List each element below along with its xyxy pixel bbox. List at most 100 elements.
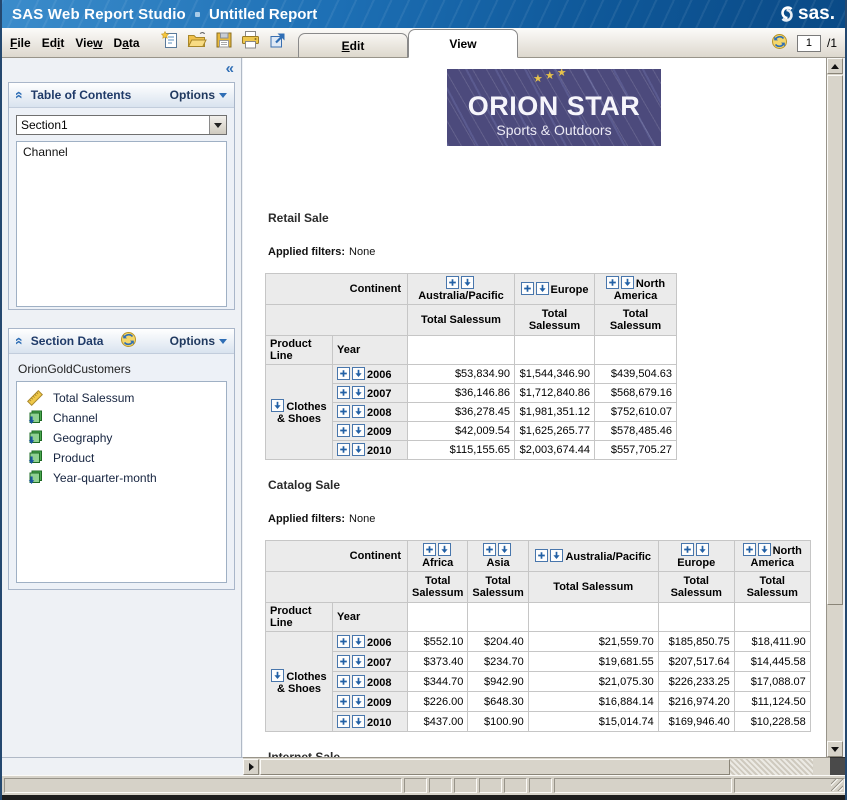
drill-icon[interactable] xyxy=(352,695,365,708)
data-item[interactable]: Channel xyxy=(17,408,226,428)
expand-icon[interactable] xyxy=(535,549,548,562)
value-cell: $11,124.50 xyxy=(734,692,810,712)
blank-cell xyxy=(595,336,677,365)
drill-icon[interactable] xyxy=(352,386,365,399)
save-button[interactable] xyxy=(213,32,235,54)
scroll-down-button[interactable] xyxy=(827,741,843,757)
year-cell: 2010 xyxy=(333,712,408,732)
expand-icon[interactable] xyxy=(483,543,496,556)
expand-icon[interactable] xyxy=(337,655,350,668)
expand-icon[interactable] xyxy=(337,386,350,399)
window-frame-bottom xyxy=(2,795,845,800)
value-cell: $53,834.90 xyxy=(408,365,515,384)
column-header: Africa xyxy=(408,541,468,572)
drill-icon[interactable] xyxy=(271,399,284,412)
measure-header: Total Salessum xyxy=(408,305,515,336)
expand-icon[interactable] xyxy=(337,443,350,456)
blank-cell xyxy=(408,336,515,365)
data-item[interactable]: Product xyxy=(17,448,226,468)
drill-icon[interactable] xyxy=(352,443,365,456)
drill-icon[interactable] xyxy=(352,655,365,668)
expand-icon[interactable] xyxy=(337,635,350,648)
tab-edit[interactable]: Edit xyxy=(298,33,408,58)
horizontal-scroll-track[interactable] xyxy=(730,759,813,775)
expand-icon[interactable] xyxy=(423,543,436,556)
menu-file[interactable]: File xyxy=(10,36,31,50)
menu-data[interactable]: Data xyxy=(114,36,140,50)
data-source-label: OrionGoldCustomers xyxy=(9,354,234,381)
expand-icon[interactable] xyxy=(337,367,350,380)
year-cell: 2006 xyxy=(333,365,408,384)
toc-options-button[interactable]: Options xyxy=(170,88,227,102)
menu-edit[interactable]: Edit xyxy=(42,36,65,50)
data-item[interactable]: Geography xyxy=(17,428,226,448)
vertical-scroll-thumb[interactable] xyxy=(827,75,843,605)
drill-icon[interactable] xyxy=(461,276,474,289)
menu-view[interactable]: View xyxy=(75,36,102,50)
expand-icon[interactable] xyxy=(606,276,619,289)
expand-icon[interactable] xyxy=(446,276,459,289)
value-cell: $557,705.27 xyxy=(595,441,677,460)
drill-icon[interactable] xyxy=(550,549,563,562)
page-number-input[interactable] xyxy=(797,35,821,52)
drill-icon[interactable] xyxy=(352,675,365,688)
status-bar xyxy=(2,775,847,795)
collapse-panel-icon[interactable]: « xyxy=(12,337,28,345)
data-item[interactable]: Year-quarter-month xyxy=(17,468,226,488)
combo-dropdown-button[interactable] xyxy=(209,116,226,134)
horizontal-scroll-thumb[interactable] xyxy=(260,759,730,775)
app-window: SAS Web Report Studio Untitled Report sa… xyxy=(0,0,847,800)
drill-icon[interactable] xyxy=(536,282,549,295)
print-icon xyxy=(240,30,261,55)
section-data-options-button[interactable]: Options xyxy=(170,334,227,348)
expand-icon[interactable] xyxy=(743,543,756,556)
collapse-sidebar-icon[interactable]: « xyxy=(226,60,234,77)
export-button[interactable] xyxy=(267,32,289,54)
table-row: 2009$226.00$648.30$16,884.14$216,974.20$… xyxy=(266,692,811,712)
expand-icon[interactable] xyxy=(337,675,350,688)
refresh-button[interactable] xyxy=(769,32,791,54)
scroll-right-button[interactable] xyxy=(243,759,259,775)
scroll-up-button[interactable] xyxy=(827,58,843,74)
new-report-button[interactable] xyxy=(159,32,181,54)
drill-icon[interactable] xyxy=(352,367,365,380)
data-item-label: Channel xyxy=(53,411,98,425)
drill-icon[interactable] xyxy=(758,543,771,556)
drill-icon[interactable] xyxy=(696,543,709,556)
section-data-listbox[interactable]: Total Salessum Channel Geography ProductYea… xyxy=(16,381,227,583)
drill-icon[interactable] xyxy=(352,635,365,648)
drill-icon[interactable] xyxy=(352,424,365,437)
expand-icon[interactable] xyxy=(337,715,350,728)
vertical-scrollbar[interactable] xyxy=(826,58,843,757)
year-cell: 2007 xyxy=(333,384,408,403)
expand-icon[interactable] xyxy=(337,695,350,708)
print-button[interactable] xyxy=(240,32,262,54)
drill-icon[interactable] xyxy=(498,543,511,556)
section-select[interactable]: Section1 xyxy=(16,115,227,135)
drill-icon[interactable] xyxy=(352,715,365,728)
tab-view[interactable]: View xyxy=(408,29,518,58)
data-item[interactable]: Total Salessum xyxy=(17,388,226,408)
data-item-label: Total Salessum xyxy=(53,391,134,405)
expand-icon[interactable] xyxy=(681,543,694,556)
drill-icon[interactable] xyxy=(438,543,451,556)
resize-grip[interactable] xyxy=(831,779,843,791)
drill-icon[interactable] xyxy=(621,276,634,289)
column-header: North America xyxy=(734,541,810,572)
collapse-panel-icon[interactable]: « xyxy=(12,91,28,99)
horizontal-scrollbar[interactable] xyxy=(243,757,830,775)
refresh-data-icon[interactable] xyxy=(117,330,139,352)
category-icon xyxy=(27,470,43,486)
toc-listbox[interactable]: Channel xyxy=(16,141,227,307)
drill-icon[interactable] xyxy=(352,405,365,418)
drill-icon[interactable] xyxy=(271,669,284,682)
expand-icon[interactable] xyxy=(337,405,350,418)
open-button[interactable] xyxy=(186,32,208,54)
value-cell: $204.40 xyxy=(468,632,528,652)
year-header: Year xyxy=(333,336,408,365)
data-item-label: Geography xyxy=(53,431,112,445)
toc-item[interactable]: Channel xyxy=(17,142,226,162)
expand-icon[interactable] xyxy=(521,282,534,295)
table-row: 2007$373.40$234.70$19,681.55$207,517.64$… xyxy=(266,652,811,672)
expand-icon[interactable] xyxy=(337,424,350,437)
